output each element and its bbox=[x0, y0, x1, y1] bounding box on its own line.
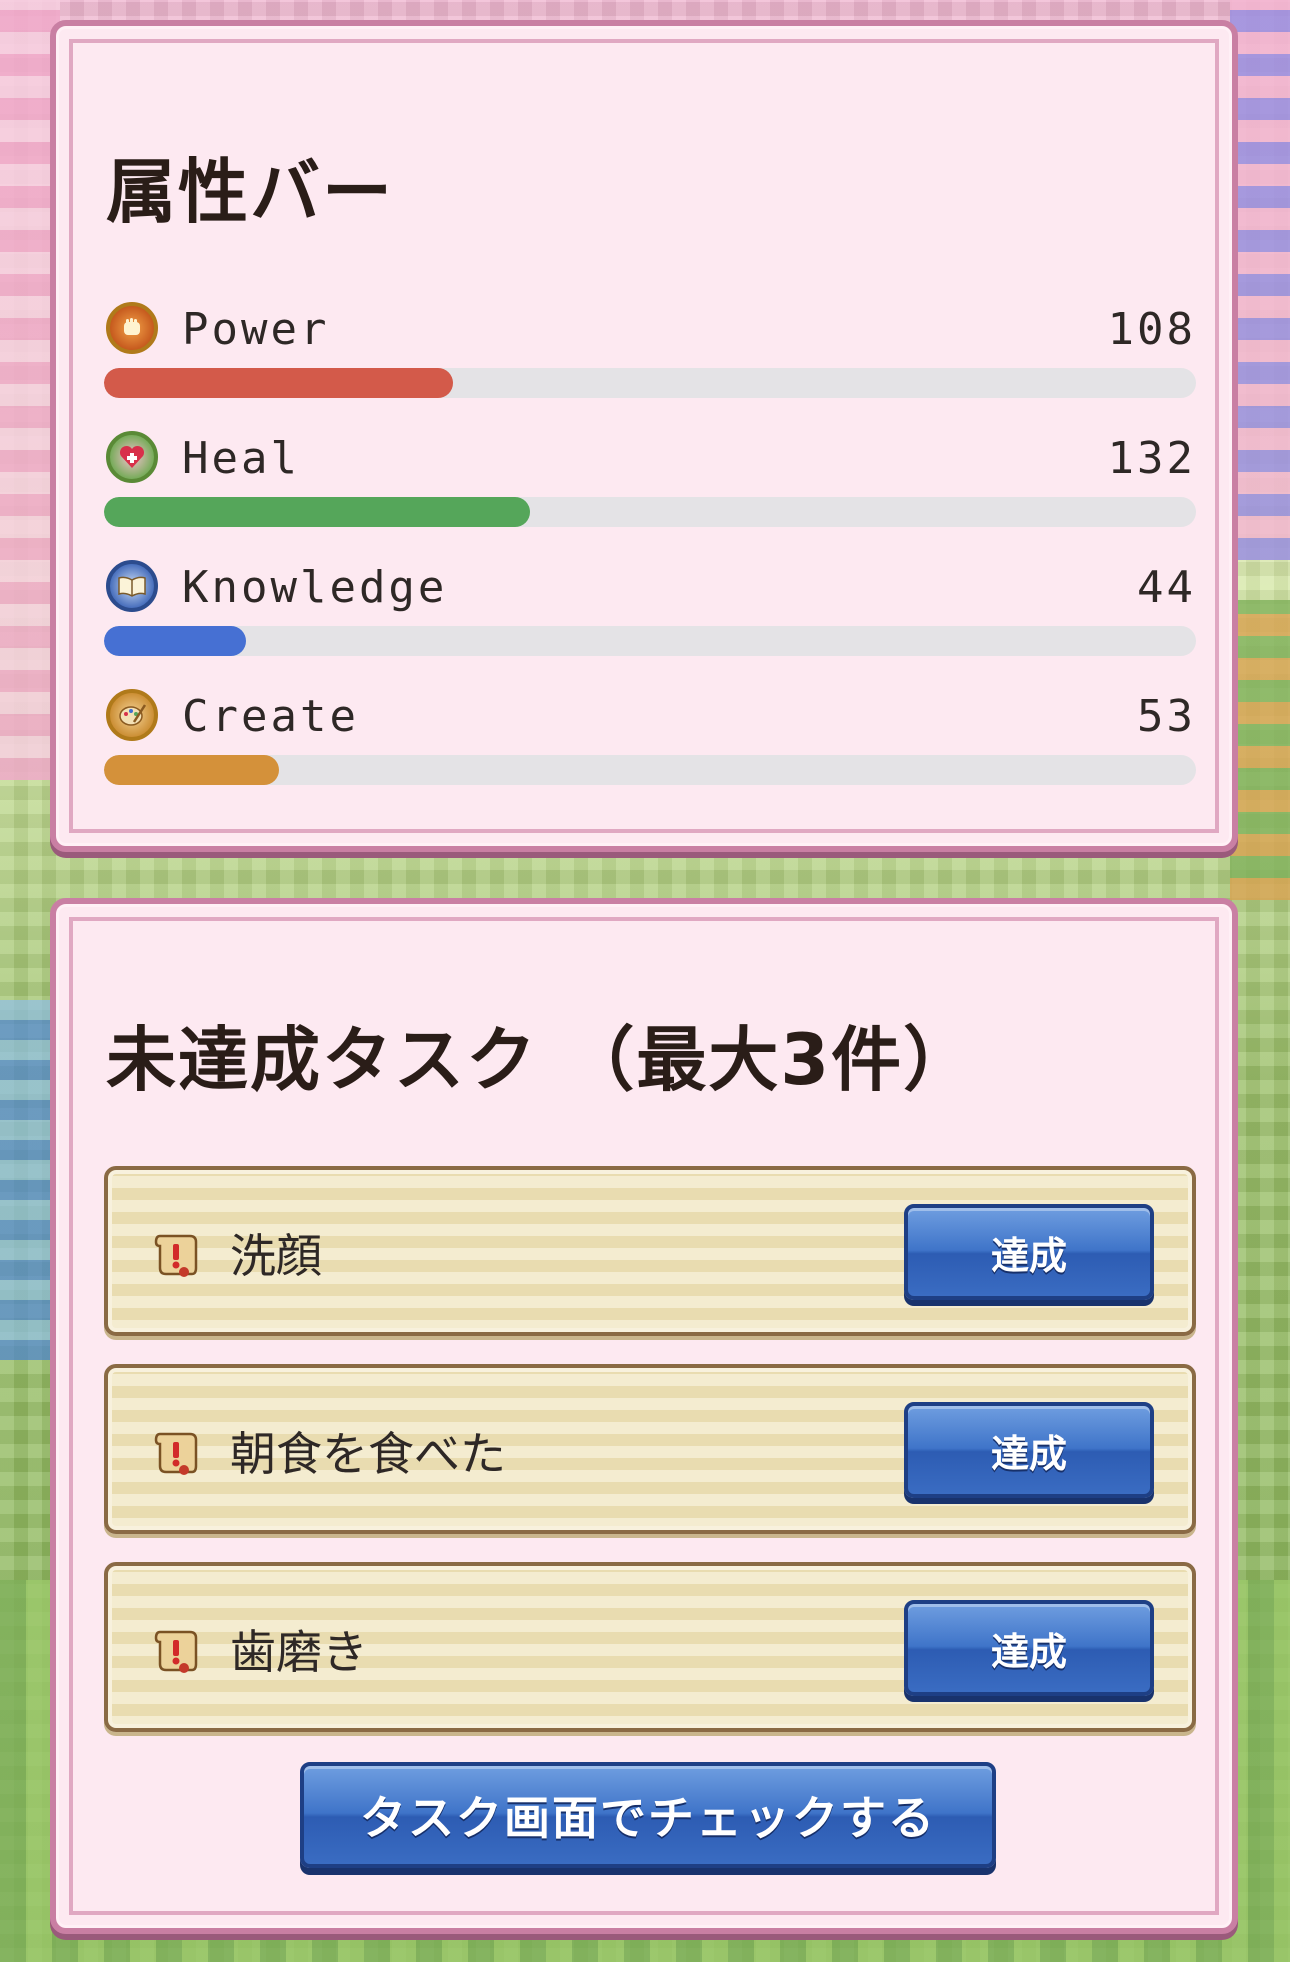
stat-create: Create 53 bbox=[104, 689, 1196, 799]
stat-name: Knowledge bbox=[182, 562, 448, 613]
stat-name: Heal bbox=[182, 433, 300, 484]
complete-task-button[interactable]: 達成 bbox=[904, 1402, 1154, 1498]
stat-heal: Heal 132 bbox=[104, 431, 1196, 541]
stat-bar-fill bbox=[104, 626, 246, 656]
task-row: 歯磨き 達成 bbox=[104, 1562, 1196, 1732]
check-tasks-button[interactable]: タスク画面でチェックする bbox=[300, 1762, 996, 1868]
stat-value: 44 bbox=[1137, 562, 1196, 613]
scroll-alert-icon bbox=[150, 1228, 200, 1278]
stat-value: 53 bbox=[1137, 691, 1196, 742]
complete-task-button[interactable]: 達成 bbox=[904, 1600, 1154, 1696]
task-label: 歯磨き bbox=[230, 1625, 368, 1679]
stat-name: Power bbox=[182, 304, 330, 355]
task-row: 朝食を食べた 達成 bbox=[104, 1364, 1196, 1534]
attribute-panel: 属性バー Power 108 Heal 132 Knowledge 44 Cre… bbox=[50, 20, 1238, 852]
task-label: 朝食を食べた bbox=[230, 1427, 506, 1481]
create-palette-icon bbox=[106, 689, 158, 741]
stat-value: 108 bbox=[1107, 304, 1196, 355]
stat-knowledge: Knowledge 44 bbox=[104, 560, 1196, 670]
task-row: 洗顔 達成 bbox=[104, 1166, 1196, 1336]
stat-bar-track bbox=[104, 368, 1196, 398]
heal-heart-icon bbox=[106, 431, 158, 483]
task-panel-title: 未達成タスク （最大3件） bbox=[106, 1019, 976, 1101]
complete-task-button[interactable]: 達成 bbox=[904, 1204, 1154, 1300]
stat-power: Power 108 bbox=[104, 302, 1196, 412]
stat-bar-fill bbox=[104, 497, 530, 527]
knowledge-book-icon bbox=[106, 560, 158, 612]
power-fist-icon bbox=[106, 302, 158, 354]
stat-name: Create bbox=[182, 691, 359, 742]
stat-bar-fill bbox=[104, 368, 454, 398]
task-label: 洗顔 bbox=[230, 1229, 322, 1283]
stat-bar-track bbox=[104, 497, 1196, 527]
stat-value: 132 bbox=[1107, 433, 1196, 484]
attribute-panel-title: 属性バー bbox=[106, 151, 394, 233]
stat-bar-track bbox=[104, 626, 1196, 656]
stat-bar-fill bbox=[104, 755, 279, 785]
scroll-alert-icon bbox=[150, 1624, 200, 1674]
scroll-alert-icon bbox=[150, 1426, 200, 1476]
task-panel: 未達成タスク （最大3件） 洗顔 達成 朝食を食べた 達成 歯磨き 達成 タスク… bbox=[50, 898, 1238, 1934]
stat-bar-track bbox=[104, 755, 1196, 785]
